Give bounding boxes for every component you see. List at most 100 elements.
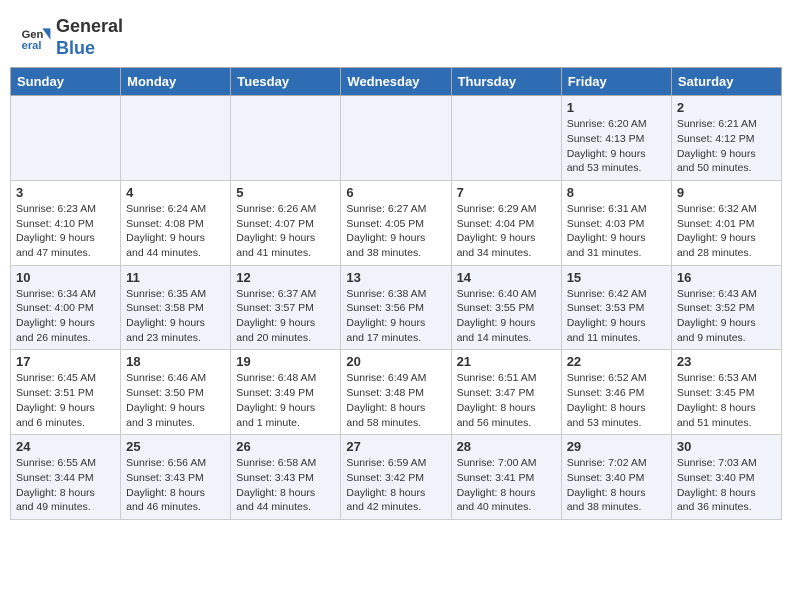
- day-info: Sunrise: 6:37 AM Sunset: 3:57 PM Dayligh…: [236, 287, 335, 346]
- day-cell: 19Sunrise: 6:48 AM Sunset: 3:49 PM Dayli…: [231, 350, 341, 435]
- day-number: 26: [236, 439, 335, 454]
- week-row-5: 24 Sunrise: 6:55 AM Sunset: 3:44 PM Dayli…: [11, 435, 782, 520]
- day-number: 5: [236, 185, 335, 200]
- day-cell: 12 Sunrise: 6:37 AM Sunset: 3:57 PM Dayli…: [231, 265, 341, 350]
- day-cell: 6Sunrise: 6:27 AM Sunset: 4:05 PM Daylig…: [341, 180, 451, 265]
- day-info: Sunrise: 6:40 AM Sunset: 3:55 PM Dayligh…: [457, 287, 556, 346]
- day-number: 3: [16, 185, 115, 200]
- day-info: Sunrise: 6:52 AM Sunset: 3:46 PM Dayligh…: [567, 371, 666, 430]
- day-info: Sunrise: 6:32 AM Sunset: 4:01 PM Dayligh…: [677, 202, 776, 261]
- week-row-4: 17 Sunrise: 6:45 AM Sunset: 3:51 PM Dayli…: [11, 350, 782, 435]
- day-cell: 7 Sunrise: 6:29 AM Sunset: 4:04 PM Daylig…: [451, 180, 561, 265]
- day-cell: 28 Sunrise: 7:00 AM Sunset: 3:41 PM Dayli…: [451, 435, 561, 520]
- day-cell: 1 Sunrise: 6:20 AM Sunset: 4:13 PM Daylig…: [561, 96, 671, 181]
- col-header-friday: Friday: [561, 68, 671, 96]
- day-cell: 11 Sunrise: 6:35 AM Sunset: 3:58 PM Dayli…: [121, 265, 231, 350]
- day-info: Sunrise: 6:51 AM Sunset: 3:47 PM Dayligh…: [457, 371, 556, 430]
- day-info: Sunrise: 7:03 AM Sunset: 3:40 PM Dayligh…: [677, 456, 776, 515]
- day-cell: [11, 96, 121, 181]
- day-number: 24: [16, 439, 115, 454]
- day-cell: [121, 96, 231, 181]
- day-number: 17: [16, 354, 115, 369]
- day-number: 8: [567, 185, 666, 200]
- day-number: 20: [346, 354, 445, 369]
- day-info: Sunrise: 6:48 AM Sunset: 3:49 PM Dayligh…: [236, 371, 335, 430]
- day-cell: [231, 96, 341, 181]
- day-number: 12: [236, 270, 335, 285]
- calendar-body: 1 Sunrise: 6:20 AM Sunset: 4:13 PM Daylig…: [11, 96, 782, 520]
- day-info: Sunrise: 7:00 AM Sunset: 3:41 PM Dayligh…: [457, 456, 556, 515]
- day-info: Sunrise: 6:26 AM Sunset: 4:07 PM Dayligh…: [236, 202, 335, 261]
- day-number: 29: [567, 439, 666, 454]
- day-number: 22: [567, 354, 666, 369]
- day-cell: [451, 96, 561, 181]
- day-info: Sunrise: 6:59 AM Sunset: 3:42 PM Dayligh…: [346, 456, 445, 515]
- day-cell: 4 Sunrise: 6:24 AM Sunset: 4:08 PM Daylig…: [121, 180, 231, 265]
- day-number: 4: [126, 185, 225, 200]
- col-header-tuesday: Tuesday: [231, 68, 341, 96]
- week-row-2: 3 Sunrise: 6:23 AM Sunset: 4:10 PM Daylig…: [11, 180, 782, 265]
- day-cell: 13 Sunrise: 6:38 AM Sunset: 3:56 PM Dayli…: [341, 265, 451, 350]
- day-info: Sunrise: 6:45 AM Sunset: 3:51 PM Dayligh…: [16, 371, 115, 430]
- day-cell: 2Sunrise: 6:21 AM Sunset: 4:12 PM Daylig…: [671, 96, 781, 181]
- day-cell: 18 Sunrise: 6:46 AM Sunset: 3:50 PM Dayli…: [121, 350, 231, 435]
- header: Gen eral General Blue: [0, 0, 792, 67]
- day-cell: 20Sunrise: 6:49 AM Sunset: 3:48 PM Dayli…: [341, 350, 451, 435]
- day-number: 18: [126, 354, 225, 369]
- day-info: Sunrise: 6:42 AM Sunset: 3:53 PM Dayligh…: [567, 287, 666, 346]
- day-number: 9: [677, 185, 776, 200]
- svg-text:Gen: Gen: [22, 29, 44, 41]
- day-info: Sunrise: 6:23 AM Sunset: 4:10 PM Dayligh…: [16, 202, 115, 261]
- day-info: Sunrise: 6:21 AM Sunset: 4:12 PM Dayligh…: [677, 117, 776, 176]
- day-number: 13: [346, 270, 445, 285]
- day-info: Sunrise: 7:02 AM Sunset: 3:40 PM Dayligh…: [567, 456, 666, 515]
- day-number: 21: [457, 354, 556, 369]
- day-cell: 3 Sunrise: 6:23 AM Sunset: 4:10 PM Daylig…: [11, 180, 121, 265]
- day-info: Sunrise: 6:46 AM Sunset: 3:50 PM Dayligh…: [126, 371, 225, 430]
- header-row: SundayMondayTuesdayWednesdayThursdayFrid…: [11, 68, 782, 96]
- day-cell: 27 Sunrise: 6:59 AM Sunset: 3:42 PM Dayli…: [341, 435, 451, 520]
- logo: Gen eral General Blue: [20, 16, 123, 59]
- day-cell: 25 Sunrise: 6:56 AM Sunset: 3:43 PM Dayli…: [121, 435, 231, 520]
- day-cell: 15Sunrise: 6:42 AM Sunset: 3:53 PM Dayli…: [561, 265, 671, 350]
- day-info: Sunrise: 6:53 AM Sunset: 3:45 PM Dayligh…: [677, 371, 776, 430]
- col-header-saturday: Saturday: [671, 68, 781, 96]
- day-cell: 17 Sunrise: 6:45 AM Sunset: 3:51 PM Dayli…: [11, 350, 121, 435]
- day-info: Sunrise: 6:55 AM Sunset: 3:44 PM Dayligh…: [16, 456, 115, 515]
- day-number: 10: [16, 270, 115, 285]
- day-number: 11: [126, 270, 225, 285]
- logo-text: General Blue: [56, 16, 123, 59]
- col-header-sunday: Sunday: [11, 68, 121, 96]
- day-number: 27: [346, 439, 445, 454]
- day-info: Sunrise: 6:38 AM Sunset: 3:56 PM Dayligh…: [346, 287, 445, 346]
- day-cell: 10 Sunrise: 6:34 AM Sunset: 4:00 PM Dayli…: [11, 265, 121, 350]
- col-header-thursday: Thursday: [451, 68, 561, 96]
- logo-icon: Gen eral: [20, 22, 52, 54]
- day-info: Sunrise: 6:31 AM Sunset: 4:03 PM Dayligh…: [567, 202, 666, 261]
- day-cell: 21 Sunrise: 6:51 AM Sunset: 3:47 PM Dayli…: [451, 350, 561, 435]
- day-info: Sunrise: 6:35 AM Sunset: 3:58 PM Dayligh…: [126, 287, 225, 346]
- col-header-wednesday: Wednesday: [341, 68, 451, 96]
- day-number: 30: [677, 439, 776, 454]
- day-info: Sunrise: 6:56 AM Sunset: 3:43 PM Dayligh…: [126, 456, 225, 515]
- day-number: 28: [457, 439, 556, 454]
- day-cell: 23Sunrise: 6:53 AM Sunset: 3:45 PM Dayli…: [671, 350, 781, 435]
- day-cell: 24 Sunrise: 6:55 AM Sunset: 3:44 PM Dayli…: [11, 435, 121, 520]
- calendar-header: SundayMondayTuesdayWednesdayThursdayFrid…: [11, 68, 782, 96]
- day-info: Sunrise: 6:24 AM Sunset: 4:08 PM Dayligh…: [126, 202, 225, 261]
- day-info: Sunrise: 6:43 AM Sunset: 3:52 PM Dayligh…: [677, 287, 776, 346]
- day-info: Sunrise: 6:29 AM Sunset: 4:04 PM Dayligh…: [457, 202, 556, 261]
- day-number: 7: [457, 185, 556, 200]
- day-cell: 16Sunrise: 6:43 AM Sunset: 3:52 PM Dayli…: [671, 265, 781, 350]
- day-cell: 30 Sunrise: 7:03 AM Sunset: 3:40 PM Dayli…: [671, 435, 781, 520]
- day-info: Sunrise: 6:34 AM Sunset: 4:00 PM Dayligh…: [16, 287, 115, 346]
- day-number: 25: [126, 439, 225, 454]
- day-cell: [341, 96, 451, 181]
- day-number: 14: [457, 270, 556, 285]
- day-cell: 29 Sunrise: 7:02 AM Sunset: 3:40 PM Dayli…: [561, 435, 671, 520]
- day-info: Sunrise: 6:58 AM Sunset: 3:43 PM Dayligh…: [236, 456, 335, 515]
- day-number: 1: [567, 100, 666, 115]
- svg-text:eral: eral: [22, 40, 42, 52]
- day-info: Sunrise: 6:20 AM Sunset: 4:13 PM Dayligh…: [567, 117, 666, 176]
- day-cell: 14 Sunrise: 6:40 AM Sunset: 3:55 PM Dayli…: [451, 265, 561, 350]
